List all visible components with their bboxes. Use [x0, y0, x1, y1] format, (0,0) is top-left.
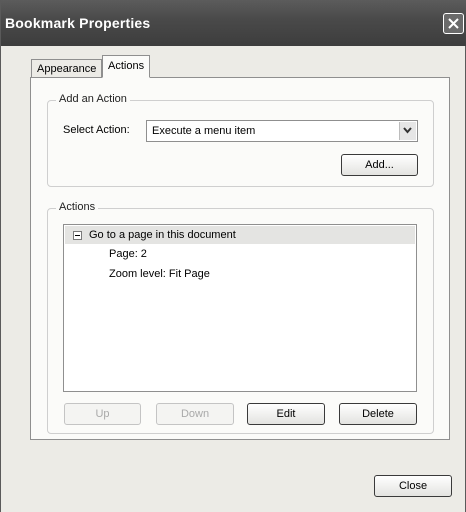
window-close-button[interactable]: [443, 13, 464, 34]
actions-legend: Actions: [56, 201, 99, 213]
collapse-icon[interactable]: [73, 231, 82, 240]
edit-button[interactable]: Edit: [247, 403, 325, 425]
bookmark-properties-dialog: Bookmark Properties Appearance Actions A…: [0, 0, 466, 512]
tree-item-label: Go to a page in this document: [89, 229, 236, 241]
down-button[interactable]: Down: [156, 403, 234, 425]
tab-appearance[interactable]: Appearance: [31, 59, 103, 77]
select-action-value: Execute a menu item: [152, 125, 256, 137]
tab-actions[interactable]: Actions: [102, 55, 151, 78]
delete-button[interactable]: Delete: [339, 403, 417, 425]
chevron-down-icon: [403, 127, 412, 134]
window-title: Bookmark Properties: [5, 15, 151, 31]
select-action-label: Select Action:: [63, 124, 130, 136]
tree-child-zoom[interactable]: Zoom level: Fit Page: [109, 268, 210, 280]
select-action-dropdown[interactable]: Execute a menu item: [146, 120, 418, 142]
up-button[interactable]: Up: [64, 403, 141, 425]
actions-list[interactable]: Go to a page in this document Page: 2 Zo…: [63, 224, 417, 392]
close-icon: [448, 18, 459, 29]
close-button[interactable]: Close: [374, 475, 452, 497]
add-action-legend: Add an Action: [56, 93, 130, 105]
tree-item-go-to-page[interactable]: Go to a page in this document: [65, 226, 415, 244]
tree-child-page[interactable]: Page: 2: [109, 248, 147, 260]
dropdown-button[interactable]: [399, 122, 416, 140]
add-button[interactable]: Add...: [341, 154, 418, 176]
title-bar[interactable]: Bookmark Properties: [1, 0, 466, 46]
